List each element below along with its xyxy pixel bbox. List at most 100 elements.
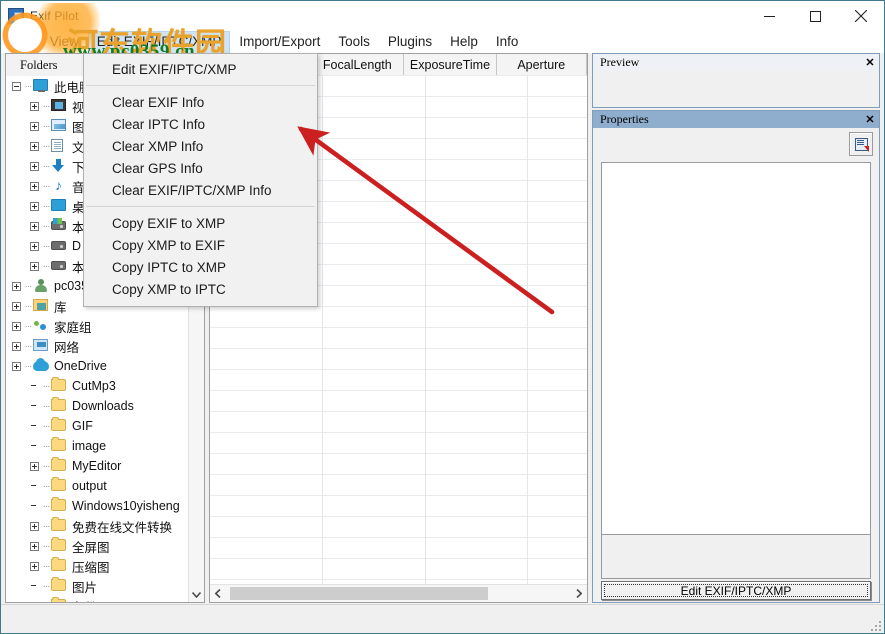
scroll-left-icon[interactable] bbox=[210, 585, 226, 602]
menu-item-clear-exif-iptc-xmp-info[interactable]: Clear EXIF/IPTC/XMP Info bbox=[84, 179, 317, 201]
folder-icon bbox=[51, 499, 68, 513]
downloads-icon bbox=[51, 159, 68, 173]
edit-exif-button[interactable]: Edit EXIF/IPTC/XMP bbox=[601, 581, 871, 600]
tree-node[interactable]: ···压缩图 bbox=[6, 556, 189, 576]
menu-info[interactable]: Info bbox=[487, 31, 528, 53]
tree-expander-icon[interactable] bbox=[12, 282, 21, 291]
tree-expander-icon[interactable] bbox=[12, 362, 21, 371]
menu-item-edit-exif-iptc-xmp[interactable]: Edit EXIF/IPTC/XMP bbox=[84, 58, 317, 80]
tree-node-label: image bbox=[72, 439, 106, 453]
tree-node-label: D bbox=[72, 239, 81, 253]
menu-tools[interactable]: Tools bbox=[329, 31, 379, 53]
tree-expander-icon[interactable] bbox=[12, 342, 21, 351]
video-folder-icon bbox=[51, 99, 68, 113]
folders-tab-label[interactable]: Folders bbox=[12, 56, 68, 75]
tree-node-label: GIF bbox=[72, 419, 93, 433]
menu-item-clear-xmp-info[interactable]: Clear XMP Info bbox=[84, 135, 317, 157]
system-drive-icon bbox=[51, 219, 68, 233]
list-horizontal-scrollbar[interactable] bbox=[210, 584, 587, 602]
tree-expander-icon[interactable] bbox=[12, 302, 21, 311]
tree-expander-icon[interactable] bbox=[12, 322, 21, 331]
menu-item-copy-xmp-to-exif[interactable]: Copy XMP to EXIF bbox=[84, 234, 317, 256]
menu-item-clear-iptc-info[interactable]: Clear IPTC Info bbox=[84, 113, 317, 135]
menu-item-clear-gps-info[interactable]: Clear GPS Info bbox=[84, 157, 317, 179]
folder-icon bbox=[51, 559, 68, 573]
menu-import-export[interactable]: Import/Export bbox=[230, 31, 329, 53]
tree-node[interactable]: ···Downloads bbox=[6, 396, 189, 416]
properties-list[interactable] bbox=[601, 162, 871, 553]
close-button[interactable] bbox=[838, 1, 884, 31]
tree-expander-icon[interactable] bbox=[30, 542, 39, 551]
tree-node[interactable]: ···图片 bbox=[6, 576, 189, 596]
tree-expander-icon[interactable] bbox=[12, 82, 21, 91]
desktop-icon bbox=[51, 199, 68, 213]
tree-leaf-spacer bbox=[30, 422, 39, 431]
menu-separator bbox=[86, 206, 315, 207]
menu-item-copy-xmp-to-iptc[interactable]: Copy XMP to IPTC bbox=[84, 278, 317, 300]
menu-help[interactable]: Help bbox=[441, 31, 487, 53]
tree-node[interactable]: ···CutMp3 bbox=[6, 376, 189, 396]
homegroup-icon bbox=[33, 319, 50, 333]
tree-connector: ··· bbox=[41, 481, 51, 492]
tree-expander-icon[interactable] bbox=[30, 562, 39, 571]
tree-expander-icon[interactable] bbox=[30, 222, 39, 231]
column-header[interactable]: FocalLength bbox=[311, 54, 404, 75]
menu-file[interactable]: File bbox=[1, 31, 41, 53]
tree-connector: ··· bbox=[41, 241, 51, 252]
edit-metadata-icon bbox=[855, 138, 868, 151]
menu-view[interactable]: View bbox=[41, 31, 88, 53]
tree-node[interactable]: ···output bbox=[6, 476, 189, 496]
tree-node[interactable]: ···全屏图 bbox=[6, 536, 189, 556]
tree-node[interactable]: ···GIF bbox=[6, 416, 189, 436]
tree-node[interactable]: ···OneDrive bbox=[6, 356, 189, 376]
tree-node[interactable]: ···备份 bbox=[6, 596, 189, 602]
tree-expander-icon[interactable] bbox=[30, 202, 39, 211]
preview-close-icon[interactable]: ✕ bbox=[861, 56, 879, 69]
menu-edit-exif[interactable]: Edit EXIF/IPTC/XMP bbox=[88, 31, 231, 53]
maximize-button[interactable] bbox=[792, 1, 838, 31]
tree-expander-icon[interactable] bbox=[30, 102, 39, 111]
tree-node[interactable]: ···家庭组 bbox=[6, 316, 189, 336]
minimize-button[interactable] bbox=[746, 1, 792, 31]
menu-plugins[interactable]: Plugins bbox=[379, 31, 441, 53]
properties-close-icon[interactable]: ✕ bbox=[861, 113, 879, 126]
tree-expander-icon[interactable] bbox=[30, 142, 39, 151]
tree-node[interactable]: ···网络 bbox=[6, 336, 189, 356]
edit-metadata-icon-button[interactable] bbox=[849, 132, 873, 156]
properties-panel-title: Properties bbox=[600, 112, 649, 127]
menu-item-clear-exif-info[interactable]: Clear EXIF Info bbox=[84, 91, 317, 113]
h-scroll-track[interactable] bbox=[226, 585, 571, 602]
scroll-right-icon[interactable] bbox=[571, 585, 587, 602]
library-icon bbox=[33, 299, 50, 313]
tree-node[interactable]: ···MyEditor bbox=[6, 456, 189, 476]
h-scroll-thumb[interactable] bbox=[230, 587, 488, 600]
folder-icon bbox=[51, 379, 68, 393]
tree-scroll-down-icon[interactable] bbox=[189, 587, 204, 602]
tree-connector: ··· bbox=[41, 121, 51, 132]
tree-node[interactable]: ···Windows10yisheng bbox=[6, 496, 189, 516]
column-header[interactable]: Aperture bbox=[497, 54, 587, 75]
menu-item-copy-exif-to-xmp[interactable]: Copy EXIF to XMP bbox=[84, 212, 317, 234]
user-icon bbox=[33, 279, 50, 293]
tree-expander-icon[interactable] bbox=[30, 182, 39, 191]
tree-expander-icon[interactable] bbox=[30, 162, 39, 171]
exif-pilot-window: Exif Pilot File View Edit EXIF/IPTC/XMP … bbox=[0, 0, 885, 634]
folder-icon bbox=[51, 519, 68, 533]
edit-exif-dropdown-menu[interactable]: Edit EXIF/IPTC/XMP Clear EXIF InfoClear I… bbox=[83, 53, 318, 307]
tree-node[interactable]: ···image bbox=[6, 436, 189, 456]
menu-item-copy-iptc-to-xmp[interactable]: Copy IPTC to XMP bbox=[84, 256, 317, 278]
tree-expander-icon[interactable] bbox=[30, 262, 39, 271]
tree-expander-icon[interactable] bbox=[30, 522, 39, 531]
tree-expander-icon[interactable] bbox=[30, 242, 39, 251]
resize-grip-icon[interactable] bbox=[867, 617, 881, 631]
column-header[interactable]: ExposureTime bbox=[404, 54, 496, 75]
tree-expander-icon[interactable] bbox=[30, 122, 39, 131]
tree-node[interactable]: ···免费在线文件转换 bbox=[6, 516, 189, 536]
tree-expander-icon[interactable] bbox=[30, 462, 39, 471]
properties-panel: Properties ✕ Edit EXIF/IPTC/XMP bbox=[592, 110, 880, 603]
tree-connector: ··· bbox=[41, 261, 51, 272]
tree-leaf-spacer bbox=[30, 502, 39, 511]
folder-icon bbox=[51, 479, 68, 493]
preview-panel-body bbox=[593, 71, 879, 107]
window-controls bbox=[746, 1, 884, 31]
